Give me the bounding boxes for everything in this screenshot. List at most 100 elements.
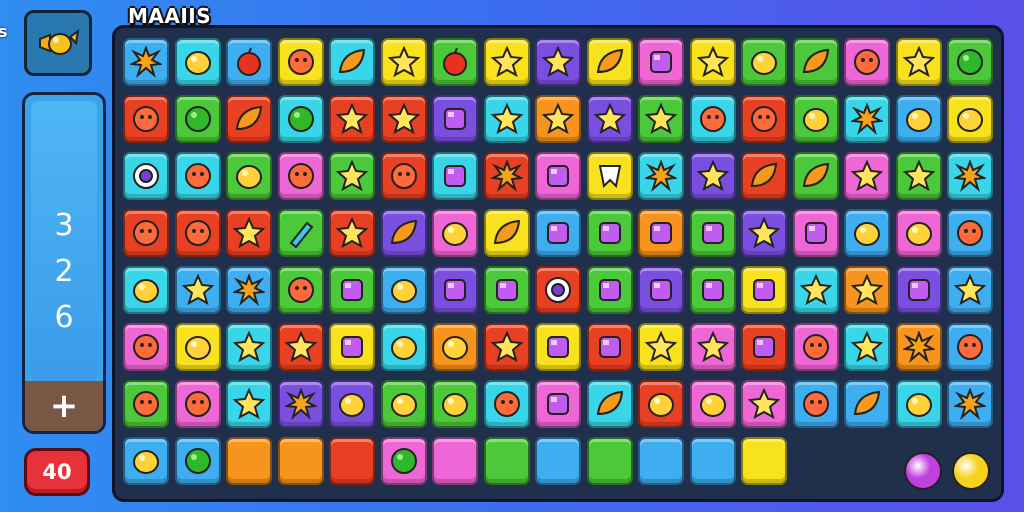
game-tile[interactable] <box>741 95 787 143</box>
game-tile[interactable] <box>483 437 530 485</box>
game-tile[interactable] <box>123 323 169 371</box>
game-tile[interactable] <box>380 209 427 257</box>
game-tile[interactable] <box>226 266 272 314</box>
game-tile[interactable] <box>689 95 736 143</box>
game-tile[interactable] <box>226 152 272 200</box>
game-tile[interactable] <box>535 437 581 485</box>
game-tile[interactable] <box>123 437 169 485</box>
game-tile[interactable] <box>174 209 221 257</box>
game-tile[interactable] <box>741 266 787 314</box>
game-tile[interactable] <box>586 209 633 257</box>
game-tile[interactable] <box>586 38 633 86</box>
game-tile[interactable] <box>844 38 890 86</box>
game-tile[interactable] <box>586 266 633 314</box>
game-tile[interactable] <box>792 380 839 428</box>
game-tile[interactable] <box>947 95 993 143</box>
game-tile[interactable] <box>638 152 684 200</box>
game-tile[interactable] <box>329 323 375 371</box>
game-tile[interactable] <box>638 266 684 314</box>
game-tile[interactable] <box>277 95 324 143</box>
game-tile[interactable] <box>792 38 839 86</box>
game-tile[interactable] <box>741 152 787 200</box>
game-tile[interactable] <box>844 266 890 314</box>
game-tile[interactable] <box>844 380 890 428</box>
game-tile[interactable] <box>792 152 839 200</box>
game-tile[interactable] <box>329 209 375 257</box>
game-tile[interactable] <box>535 209 581 257</box>
game-tile[interactable] <box>638 209 684 257</box>
game-tile[interactable] <box>226 95 272 143</box>
game-tile[interactable] <box>174 266 221 314</box>
game-tile[interactable] <box>432 152 478 200</box>
game-tile[interactable] <box>792 209 839 257</box>
game-tile[interactable] <box>586 437 633 485</box>
game-tile[interactable] <box>895 266 942 314</box>
game-tile[interactable] <box>792 266 839 314</box>
game-tile[interactable] <box>535 95 581 143</box>
game-tile[interactable] <box>535 266 581 314</box>
game-tile[interactable] <box>947 209 993 257</box>
game-tile[interactable] <box>432 380 478 428</box>
game-tile[interactable] <box>226 323 272 371</box>
game-tile[interactable] <box>432 209 478 257</box>
game-tile[interactable] <box>123 266 169 314</box>
game-tile[interactable] <box>895 380 942 428</box>
candy-ball-icon[interactable] <box>952 452 990 490</box>
game-tile[interactable] <box>741 38 787 86</box>
game-tile[interactable] <box>226 380 272 428</box>
game-tile[interactable] <box>638 437 684 485</box>
game-tile[interactable] <box>947 323 993 371</box>
game-tile[interactable] <box>535 380 581 428</box>
game-tile[interactable] <box>174 323 221 371</box>
game-tile[interactable] <box>483 152 530 200</box>
game-tile[interactable] <box>329 95 375 143</box>
game-tile[interactable] <box>483 209 530 257</box>
game-tile[interactable] <box>380 380 427 428</box>
game-tile[interactable] <box>277 266 324 314</box>
game-tile[interactable] <box>586 323 633 371</box>
game-tile[interactable] <box>947 38 993 86</box>
game-tile[interactable] <box>483 323 530 371</box>
game-tile[interactable] <box>432 323 478 371</box>
game-tile[interactable] <box>895 38 942 86</box>
game-tile[interactable] <box>741 209 787 257</box>
game-tile[interactable] <box>483 266 530 314</box>
game-tile[interactable] <box>689 437 736 485</box>
game-tile[interactable] <box>895 323 942 371</box>
moves-counter[interactable]: 40 <box>24 448 90 496</box>
game-tile[interactable] <box>432 95 478 143</box>
game-tile[interactable] <box>123 152 169 200</box>
game-tile[interactable] <box>535 323 581 371</box>
game-tile[interactable] <box>844 323 890 371</box>
purple-ball-icon[interactable] <box>904 452 942 490</box>
game-tile[interactable] <box>329 437 375 485</box>
game-tile[interactable] <box>792 323 839 371</box>
game-tile[interactable] <box>380 152 427 200</box>
game-tile[interactable] <box>174 95 221 143</box>
game-tile[interactable] <box>638 323 684 371</box>
game-tile[interactable] <box>483 38 530 86</box>
game-tile[interactable] <box>947 266 993 314</box>
game-tile[interactable] <box>226 209 272 257</box>
game-tile[interactable] <box>277 38 324 86</box>
game-tile[interactable] <box>535 38 581 86</box>
game-tile[interactable] <box>277 380 324 428</box>
game-tile[interactable] <box>329 38 375 86</box>
game-tile[interactable] <box>277 437 324 485</box>
game-tile[interactable] <box>535 152 581 200</box>
game-tile[interactable] <box>174 152 221 200</box>
game-tile[interactable] <box>123 95 169 143</box>
game-tile[interactable] <box>689 38 736 86</box>
game-tile[interactable] <box>844 95 890 143</box>
game-tile[interactable] <box>277 323 324 371</box>
game-tile[interactable] <box>174 38 221 86</box>
game-tile[interactable] <box>638 95 684 143</box>
game-tile[interactable] <box>380 266 427 314</box>
game-tile[interactable] <box>432 266 478 314</box>
game-tile[interactable] <box>380 323 427 371</box>
game-tile[interactable] <box>689 209 736 257</box>
game-tile[interactable] <box>741 437 787 485</box>
game-tile[interactable] <box>895 152 942 200</box>
game-tile[interactable] <box>586 152 633 200</box>
game-tile[interactable] <box>792 95 839 143</box>
